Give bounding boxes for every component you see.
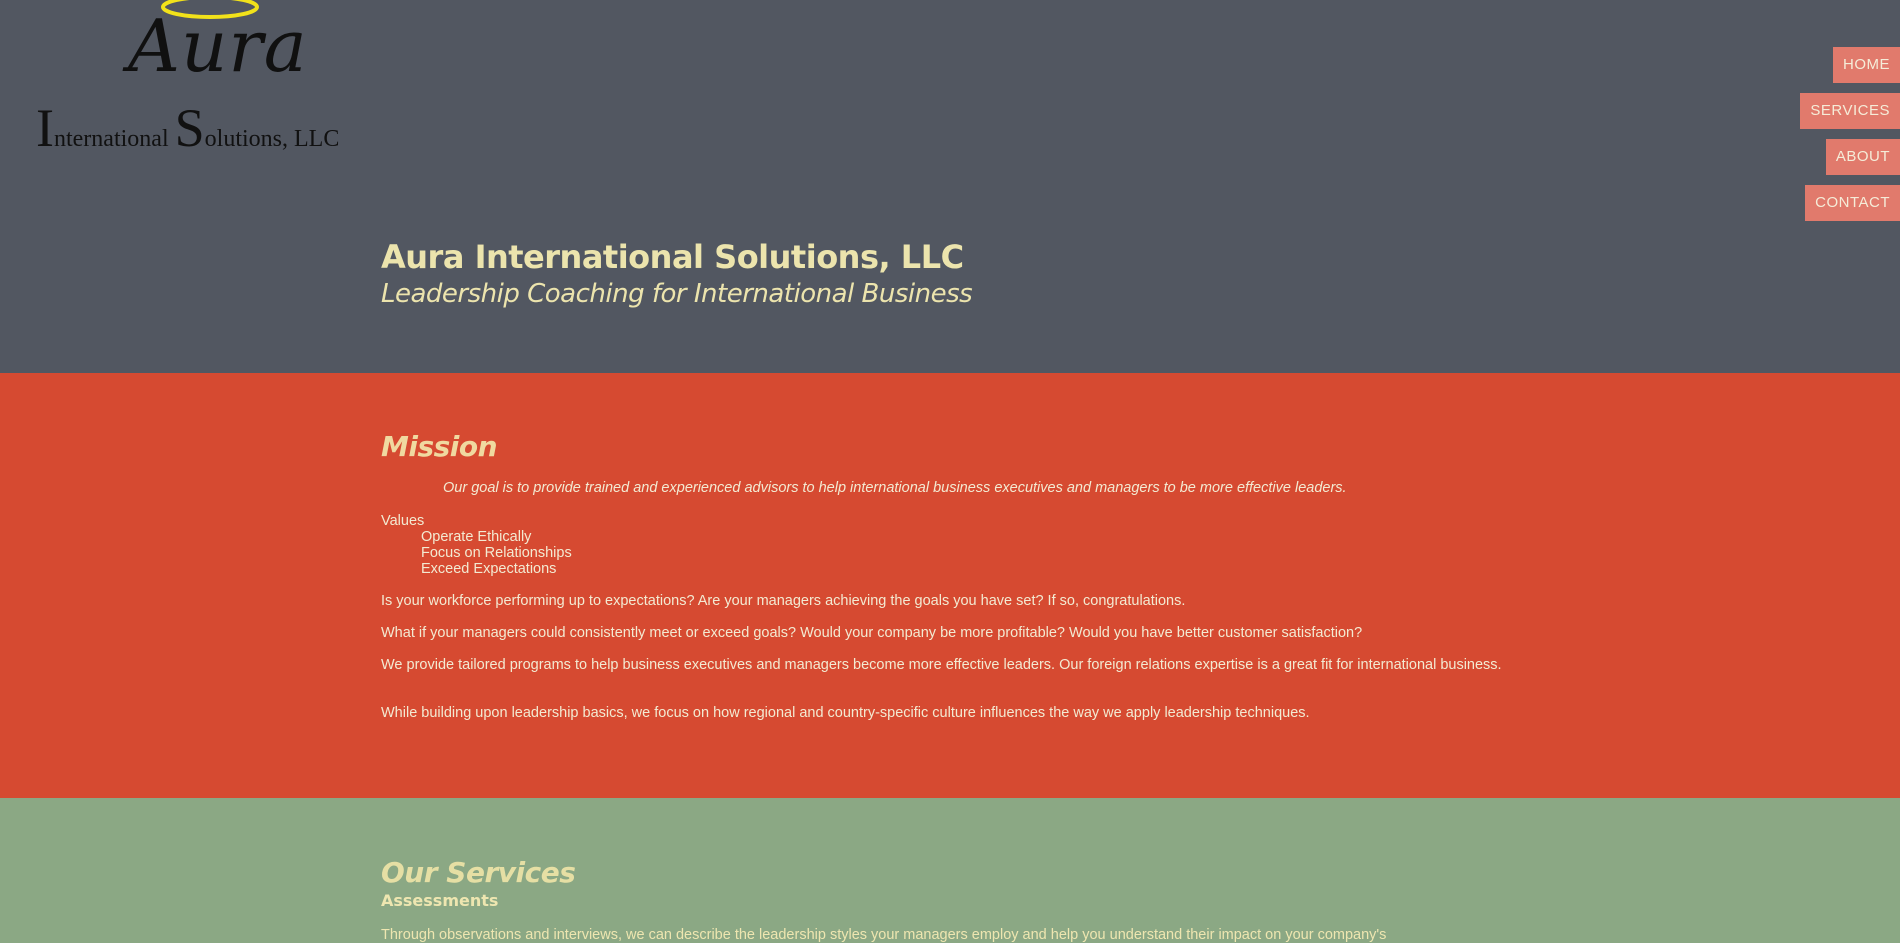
hero-subtitle: Leadership Coaching for International Bu… <box>381 279 973 309</box>
nav-contact-button[interactable]: CONTACT <box>1805 185 1900 221</box>
hero-title: Aura International Solutions, LLC <box>381 238 964 276</box>
value-item: Exceed Expectations <box>421 561 557 577</box>
services-intro: Through observations and interviews, we … <box>381 927 1387 943</box>
logo-subtitle: International Solutions, LLC <box>36 98 340 158</box>
company-logo[interactable]: Aura International Solutions, LLC <box>36 0 366 170</box>
logo-wordmark: Aura <box>128 4 308 88</box>
nav-services-button[interactable]: SERVICES <box>1800 93 1900 129</box>
services-section: Our Services Assessments Through observa… <box>0 798 1900 943</box>
mission-paragraph: We provide tailored programs to help bus… <box>381 657 1502 673</box>
value-item: Focus on Relationships <box>421 545 572 561</box>
mission-paragraph: Is your workforce performing up to expec… <box>381 593 1186 609</box>
mission-title: Mission <box>381 430 498 463</box>
values-label: Values <box>381 513 425 529</box>
mission-paragraph: What if your managers could consistently… <box>381 625 1363 641</box>
nav-about-button[interactable]: ABOUT <box>1825 139 1900 175</box>
assessments-heading: Assessments <box>381 891 499 910</box>
value-item: Operate Ethically <box>421 529 532 545</box>
mission-paragraph: While building upon leadership basics, w… <box>381 705 1310 721</box>
services-title: Our Services <box>381 856 576 889</box>
mission-section: Mission Our goal is to provide trained a… <box>0 373 1900 798</box>
nav-home-button[interactable]: HOME <box>1833 47 1900 83</box>
site-header: Aura International Solutions, LLC HOME S… <box>0 0 1900 373</box>
mission-quote: Our goal is to provide trained and exper… <box>443 480 1347 496</box>
